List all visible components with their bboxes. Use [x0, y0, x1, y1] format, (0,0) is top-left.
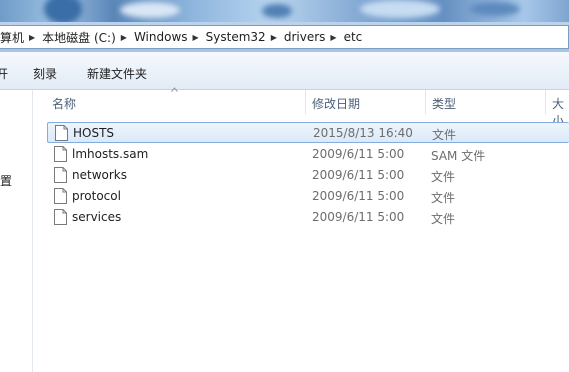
file-type: 文件	[431, 170, 456, 184]
blurred-background-shape	[360, 0, 440, 18]
file-name: lmhosts.sam	[72, 147, 149, 161]
blurred-background-shape	[120, 2, 180, 18]
file-modified: 2009/6/11 5:00	[312, 168, 405, 182]
column-header-type[interactable]: 类型	[432, 90, 456, 114]
breadcrumb-computer[interactable]: 算机	[0, 29, 27, 46]
file-name: networks	[72, 168, 127, 182]
column-divider[interactable]	[425, 90, 426, 114]
file-modified: 2009/6/11 5:00	[312, 189, 405, 203]
file-name: services	[72, 210, 122, 224]
column-divider[interactable]	[305, 90, 306, 114]
column-header-modified[interactable]: 修改日期	[312, 90, 360, 114]
burn-button[interactable]: 刻录	[33, 65, 57, 82]
file-row[interactable]: networks 2009/6/11 5:00 文件	[47, 165, 569, 186]
breadcrumb-windows[interactable]: Windows	[131, 30, 191, 44]
command-toolbar: 开 刻录 新建文件夹	[0, 52, 569, 90]
breadcrumb-etc[interactable]: etc	[341, 30, 366, 44]
file-type: 文件	[431, 191, 456, 205]
file-type: 文件	[432, 128, 457, 142]
file-type: 文件	[431, 212, 456, 226]
nav-item-partial[interactable]: 置	[0, 172, 12, 189]
column-header-size[interactable]: 大小	[552, 90, 569, 128]
blurred-background-shape	[262, 4, 292, 18]
breadcrumb-local-disk[interactable]: 本地磁盘 (C:)	[39, 29, 119, 46]
explorer-window: 算机 ▶ 本地磁盘 (C:) ▶ Windows ▶ System32 ▶ dr…	[0, 0, 569, 372]
file-row[interactable]: protocol 2009/6/11 5:00 文件	[47, 186, 569, 207]
blank-file-icon	[54, 188, 67, 204]
breadcrumb-chevron-icon[interactable]: ▶	[119, 33, 131, 42]
file-modified: 2009/6/11 5:00	[312, 210, 405, 224]
file-row[interactable]: HOSTS 2015/8/13 16:40 文件	[47, 122, 569, 143]
address-bar[interactable]: 算机 ▶ 本地磁盘 (C:) ▶ Windows ▶ System32 ▶ dr…	[0, 25, 569, 49]
blurred-background-shape	[470, 2, 520, 16]
blank-file-icon	[54, 146, 67, 162]
file-type: SAM 文件	[431, 149, 486, 163]
breadcrumb-system32[interactable]: System32	[203, 30, 269, 44]
breadcrumb-chevron-icon[interactable]: ▶	[269, 33, 281, 42]
breadcrumb-drivers[interactable]: drivers	[281, 30, 329, 44]
column-header-name[interactable]: 名称	[52, 90, 76, 114]
file-modified: 2009/6/11 5:00	[312, 147, 405, 161]
file-row[interactable]: services 2009/6/11 5:00 文件	[47, 207, 569, 228]
navigation-pane: 置	[0, 90, 33, 372]
file-modified: 2015/8/13 16:40	[313, 126, 413, 140]
blurred-background-shape	[44, 0, 82, 24]
column-divider[interactable]	[545, 90, 546, 114]
blank-file-icon	[54, 167, 67, 183]
blank-file-icon	[55, 125, 68, 141]
breadcrumb-chevron-icon[interactable]: ▶	[27, 33, 39, 42]
breadcrumb-chevron-icon[interactable]: ▶	[191, 33, 203, 42]
address-bar-area: 算机 ▶ 本地磁盘 (C:) ▶ Windows ▶ System32 ▶ dr…	[0, 22, 569, 52]
file-name: HOSTS	[73, 126, 115, 140]
file-row[interactable]: lmhosts.sam 2009/6/11 5:00 SAM 文件	[47, 144, 569, 165]
open-button[interactable]: 开	[0, 65, 8, 82]
breadcrumb-chevron-icon[interactable]: ▶	[328, 33, 340, 42]
sort-ascending-icon	[171, 87, 178, 92]
file-name: protocol	[72, 189, 121, 203]
blank-file-icon	[54, 209, 67, 225]
new-folder-button[interactable]: 新建文件夹	[87, 65, 147, 82]
